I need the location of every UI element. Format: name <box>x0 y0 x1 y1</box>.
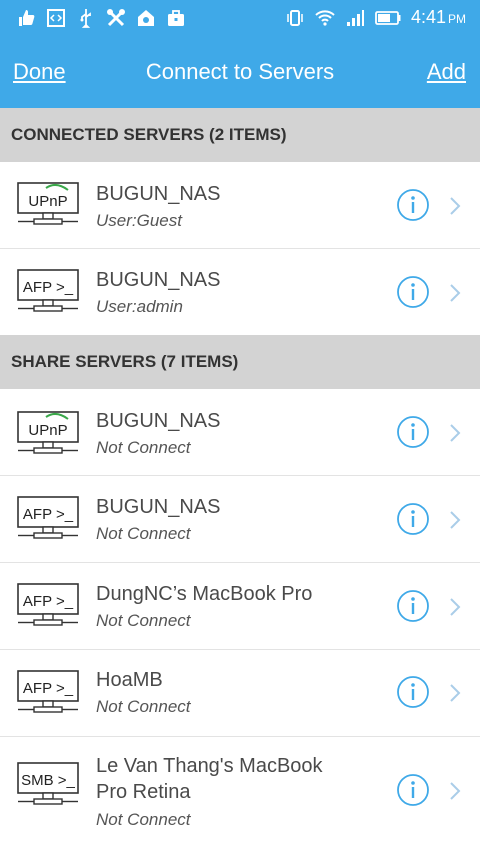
afp-icon-label: AFP >_ <box>23 279 74 296</box>
list-item[interactable]: AFP >_ HoaMB Not Connect <box>0 650 480 736</box>
server-name: BUGUN_NAS <box>96 183 221 205</box>
thumbs-up-icon <box>19 10 35 26</box>
chevron-right-icon[interactable] <box>449 597 461 617</box>
section-header-connected: CONNECTED SERVERS (2 ITEMS) <box>0 108 480 162</box>
clock: 4:41 PM <box>411 7 466 28</box>
list-item[interactable]: AFP >_ BUGUN_NAS Not Connect <box>0 476 480 562</box>
tools-icon <box>107 9 125 27</box>
info-icon[interactable] <box>396 415 430 449</box>
vibrate-icon <box>287 9 303 26</box>
upnp-server-icon: UPnP <box>17 182 79 225</box>
afp-icon-label: AFP >_ <box>23 593 74 610</box>
smb-server-icon: SMB >_ <box>17 762 79 805</box>
server-name: BUGUN_NAS <box>96 410 221 432</box>
afp-server-icon: AFP >_ <box>17 583 79 626</box>
status-bar: 4:41 PM <box>0 0 480 38</box>
system-indicators: 4:41 PM <box>285 7 466 28</box>
battery-icon <box>375 10 401 25</box>
afp-server-icon: AFP >_ <box>17 496 79 539</box>
clock-time: 4:41 <box>410 7 446 27</box>
server-status: User:Guest <box>96 211 182 230</box>
server-status: User:admin <box>96 297 183 316</box>
list-item[interactable]: UPnP BUGUN_NAS User:Guest <box>0 162 480 248</box>
server-name-line1: Le Van Thang's MacBook <box>96 755 323 777</box>
server-status: Not Connect <box>96 438 191 457</box>
info-icon[interactable] <box>396 502 430 536</box>
signal-icon <box>346 9 364 26</box>
briefcase-icon <box>168 10 184 26</box>
list-item[interactable]: SMB >_ Le Van Thang's MacBook Pro Retina… <box>0 737 480 854</box>
afp-server-icon: AFP >_ <box>17 269 79 312</box>
chevron-right-icon[interactable] <box>449 683 461 703</box>
usb-icon <box>80 9 91 28</box>
page-title: Connect to Servers <box>145 59 335 84</box>
server-status: Not Connect <box>96 611 191 630</box>
home-icon <box>138 10 154 26</box>
info-icon[interactable] <box>396 275 430 309</box>
server-status: Not Connect <box>96 524 191 543</box>
afp-icon-label: AFP >_ <box>23 506 74 523</box>
server-name-line2: Pro Retina <box>96 781 191 803</box>
server-name: BUGUN_NAS <box>96 269 221 291</box>
info-icon[interactable] <box>396 188 430 222</box>
server-name: BUGUN_NAS <box>96 496 221 518</box>
info-icon[interactable] <box>396 589 430 623</box>
chevron-right-icon[interactable] <box>449 283 461 303</box>
info-icon[interactable] <box>396 773 430 807</box>
server-status: Not Connect <box>96 810 191 829</box>
list-item[interactable]: AFP >_ BUGUN_NAS User:admin <box>0 249 480 335</box>
smb-icon-label: SMB >_ <box>21 772 75 789</box>
chevron-right-icon[interactable] <box>449 510 461 530</box>
code-icon <box>47 9 65 27</box>
list-item[interactable]: UPnP BUGUN_NAS Not Connect <box>0 389 480 475</box>
server-status: Not Connect <box>96 697 191 716</box>
info-icon[interactable] <box>396 675 430 709</box>
chevron-right-icon[interactable] <box>449 196 461 216</box>
upnp-server-icon: UPnP <box>17 411 79 454</box>
add-button[interactable]: Add <box>427 59 466 85</box>
notification-icons <box>16 8 186 28</box>
chevron-right-icon[interactable] <box>449 423 461 443</box>
chevron-right-icon[interactable] <box>449 781 461 801</box>
server-name: HoaMB <box>96 669 163 691</box>
section-header-share: SHARE SERVERS (7 ITEMS) <box>0 335 480 389</box>
upnp-icon-label: UPnP <box>28 422 67 439</box>
wifi-icon <box>315 9 335 26</box>
upnp-icon-label: UPnP <box>28 193 67 210</box>
afp-server-icon: AFP >_ <box>17 670 79 713</box>
nav-bar: Done Connect to Servers Add <box>0 38 480 108</box>
afp-icon-label: AFP >_ <box>23 680 74 697</box>
list-item[interactable]: AFP >_ DungNC’s MacBook Pro Not Connect <box>0 563 480 649</box>
server-name: DungNC’s MacBook Pro <box>96 583 313 605</box>
clock-ampm: PM <box>448 12 466 26</box>
